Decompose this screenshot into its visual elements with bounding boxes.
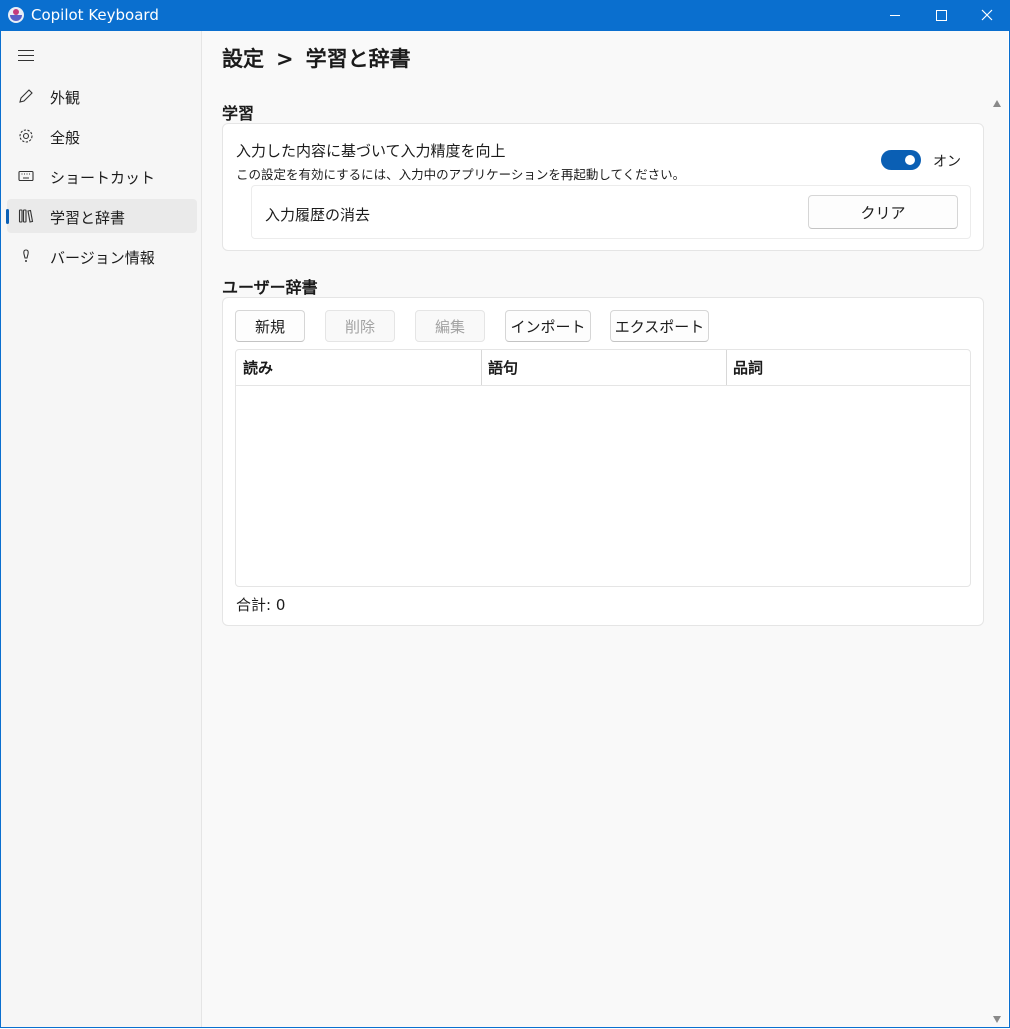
window-title: Copilot Keyboard (31, 6, 159, 24)
total-count: 合計: 0 (236, 594, 285, 615)
clear-history-label: 入力履歴の消去 (265, 206, 371, 224)
close-button[interactable] (964, 0, 1010, 31)
table-header: 読み 語句 品詞 (236, 350, 970, 386)
new-button[interactable]: 新規 (235, 310, 305, 342)
total-value: 0 (275, 596, 286, 614)
user-dictionary-card: 新規 削除 編集 インポート エクスポート 読み 語句 品詞 合計: 0 (222, 297, 984, 626)
toggle-state-label: オン (933, 154, 961, 170)
pencil-icon (19, 89, 33, 103)
settings-content: 設定 > 学習と辞書 学習 入力した内容に基づいて入力精度を向上 この設定を有効にす… (202, 31, 1008, 1027)
import-button[interactable]: インポート (505, 310, 591, 342)
breadcrumb-current: 学習と辞書 (305, 47, 411, 71)
clear-button[interactable]: クリア (808, 195, 958, 229)
user-dictionary-section-title: ユーザー辞書 (222, 278, 318, 297)
navigation-pane: 外観 全般 ショートカット 学習と辞書 バージョン情報 (1, 31, 202, 1027)
learning-toggle-description: この設定を有効にするには、入力中のアプリケーションを再起動してください。 (236, 167, 686, 182)
scroll-up-arrow-icon[interactable] (993, 100, 1001, 107)
learning-section-title: 学習 (222, 104, 255, 123)
breadcrumb-root[interactable]: 設定 (222, 47, 264, 71)
learning-card: 入力した内容に基づいて入力精度を向上 この設定を有効にするには、入力中のアプリケ… (222, 123, 984, 251)
info-icon (23, 249, 29, 262)
sidebar-item-general[interactable]: 全般 (7, 119, 197, 153)
clear-history-row: 入力履歴の消去 クリア (251, 185, 971, 239)
sidebar-item-label: バージョン情報 (50, 249, 155, 267)
learning-toggle-switch[interactable] (881, 150, 921, 170)
learning-toggle-label: 入力した内容に基づいて入力精度を向上 (236, 142, 506, 160)
breadcrumb: 設定 > 学習と辞書 (222, 43, 411, 73)
library-icon (18, 209, 34, 223)
minimize-button[interactable] (872, 0, 918, 31)
sidebar-item-label: 学習と辞書 (50, 209, 126, 227)
total-label: 合計: (236, 596, 272, 614)
sidebar-item-label: 外観 (50, 89, 81, 107)
sidebar-item-learning-dictionary[interactable]: 学習と辞書 (6, 199, 197, 233)
sidebar-item-version-info[interactable]: バージョン情報 (7, 239, 197, 273)
dictionary-table[interactable]: 読み 語句 品詞 (235, 349, 971, 587)
keyboard-icon (18, 170, 34, 182)
title-bar[interactable]: Copilot Keyboard (0, 0, 1010, 31)
column-header-reading[interactable]: 読み (236, 350, 481, 385)
edit-button[interactable]: 編集 (415, 310, 485, 342)
hamburger-menu-button[interactable] (18, 50, 34, 62)
column-header-part-of-speech[interactable]: 品詞 (726, 350, 970, 385)
sidebar-item-appearance[interactable]: 外観 (7, 79, 197, 113)
column-header-phrase[interactable]: 語句 (481, 350, 726, 385)
delete-button[interactable]: 削除 (325, 310, 395, 342)
gear-icon (19, 129, 33, 143)
close-icon (981, 9, 993, 21)
hamburger-icon (18, 50, 34, 51)
scroll-down-arrow-icon[interactable] (993, 1016, 1001, 1023)
selection-indicator (6, 209, 9, 224)
sidebar-item-shortcuts[interactable]: ショートカット (7, 159, 197, 193)
breadcrumb-separator: > (276, 47, 294, 71)
sidebar-item-label: ショートカット (50, 169, 156, 187)
export-button[interactable]: エクスポート (610, 310, 709, 342)
copilot-app-icon (8, 7, 24, 23)
maximize-button[interactable] (918, 0, 964, 31)
sidebar-item-label: 全般 (50, 129, 81, 147)
